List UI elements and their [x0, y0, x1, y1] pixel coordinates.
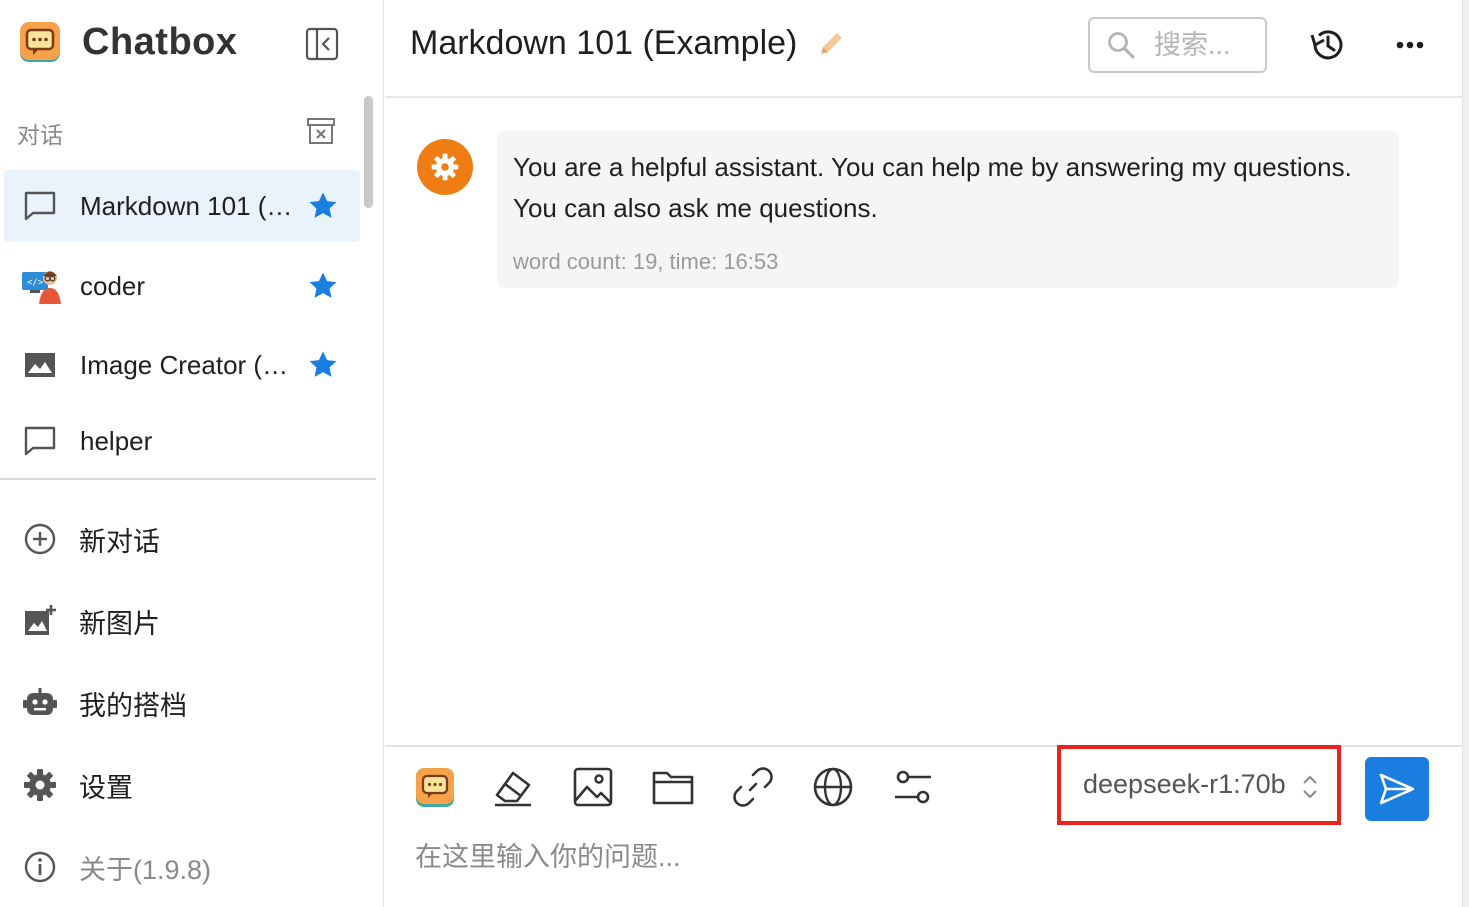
chevron-up-down-icon: [1303, 775, 1317, 799]
chat-header: Markdown 101 (Example): [385, 0, 1462, 98]
app-title: Chatbox: [82, 20, 238, 63]
message-meta: word count: 19, time: 16:53: [513, 249, 779, 274]
chatbox-app: Chatbox 对话 Markdown 101 (Example): [0, 0, 1469, 907]
chat-main: Markdown 101 (Example) 搜索... You are a h…: [385, 0, 1462, 907]
message-input[interactable]: [415, 835, 1415, 879]
sidebar: Chatbox 对话 Markdown 101 (Example): [0, 0, 384, 907]
menu-label: 新图片: [79, 608, 160, 639]
settings-button[interactable]: 设置: [0, 755, 376, 815]
menu-label: 设置: [79, 772, 133, 803]
system-message[interactable]: You are a helpful assistant. You can hel…: [497, 131, 1399, 288]
conversation-item-markdown-101[interactable]: Markdown 101 (Example): [4, 170, 360, 242]
menu-label: 我的搭档: [79, 690, 187, 721]
conversation-item-image-creator[interactable]: Image Creator (Example): [4, 329, 360, 401]
conversation-label: helper: [80, 425, 153, 456]
menu-label: 新对话: [79, 526, 160, 557]
search-box[interactable]: [1088, 17, 1267, 73]
brand: Chatbox: [18, 20, 238, 64]
main-scrollbar[interactable]: [1462, 0, 1469, 907]
model-name: deepseek-r1:70b: [1083, 769, 1286, 799]
eraser-icon[interactable]: [491, 765, 535, 809]
robot-icon: [23, 688, 57, 715]
folder-icon[interactable]: [651, 765, 695, 809]
menu-label: 关于(1.9.8): [79, 854, 212, 885]
settings-sliders-icon[interactable]: [891, 765, 935, 809]
send-button[interactable]: [1365, 757, 1429, 821]
search-icon: [1108, 32, 1135, 59]
conversations-section-label: 对话: [17, 122, 63, 148]
conversation-label: Image Creator (Example): [80, 349, 296, 380]
coder-avatar-icon: </>: [22, 271, 61, 304]
sidebar-scrollbar[interactable]: [364, 96, 373, 208]
chatbox-logo-icon: [20, 22, 60, 62]
my-copilots-button[interactable]: 我的搭档: [0, 673, 376, 733]
collapse-sidebar-icon[interactable]: [304, 26, 340, 62]
svg-text:</>: </>: [27, 278, 44, 288]
composer: deepseek-r1:70b: [385, 745, 1462, 907]
conversation-item-helper[interactable]: helper: [4, 405, 360, 477]
model-selector[interactable]: deepseek-r1:70b: [1057, 745, 1341, 825]
conversation-label: coder: [80, 270, 146, 301]
system-avatar: [417, 139, 473, 195]
more-options-icon[interactable]: [1390, 28, 1430, 62]
edit-title-icon[interactable]: [815, 28, 847, 60]
add-image-icon: [25, 605, 56, 635]
send-icon: [1379, 773, 1415, 805]
conversation-item-coder[interactable]: </> coder: [4, 250, 360, 322]
chatbox-logo-icon[interactable]: [413, 765, 457, 809]
conversation-label: Markdown 101 (Example): [80, 190, 296, 221]
link-icon[interactable]: [731, 765, 775, 809]
gear-icon: [431, 153, 459, 181]
history-icon[interactable]: [1307, 25, 1347, 65]
plus-circle-icon: [24, 523, 56, 555]
chat-title[interactable]: Markdown 101 (Example): [410, 24, 797, 63]
gear-icon: [24, 769, 56, 801]
star-icon[interactable]: [306, 269, 340, 303]
sidebar-divider: [0, 478, 376, 480]
new-conversation-button[interactable]: 新对话: [0, 509, 376, 569]
about-button[interactable]: 关于(1.9.8): [0, 837, 376, 897]
clear-conversations-icon[interactable]: [305, 116, 337, 146]
chat-bubble-icon: [24, 426, 56, 456]
chat-bubble-icon: [24, 191, 56, 221]
new-image-button[interactable]: 新图片: [0, 591, 376, 651]
image-upload-icon[interactable]: [571, 765, 615, 809]
info-icon: [24, 851, 56, 883]
message-text: You are a helpful assistant. You can hel…: [513, 152, 1352, 223]
star-icon[interactable]: [306, 348, 340, 382]
star-icon[interactable]: [306, 189, 340, 223]
search-input[interactable]: [1154, 27, 1262, 63]
image-icon: [25, 353, 55, 377]
globe-icon[interactable]: [811, 765, 855, 809]
